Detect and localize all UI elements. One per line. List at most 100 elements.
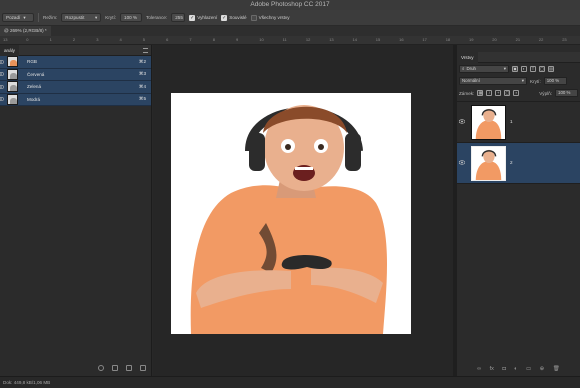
channel-shortcut: ⌘5: [138, 96, 146, 102]
filter-pixel-icon[interactable]: ▣: [512, 66, 518, 72]
channel-name: Modrá: [27, 96, 41, 102]
tab-channels[interactable]: anály: [0, 45, 19, 56]
channel-list: RGB ⌘2 Červená ⌘3 Zelená ⌘4 Modrá ⌘5: [0, 56, 151, 106]
layer-name[interactable]: 1: [510, 119, 513, 124]
chevron-down-icon: ▾: [521, 78, 524, 83]
layer-filter-row: ⌕ Druh ▾ ▣ ◐ T ▢ ▤: [457, 63, 580, 75]
tolerance-field[interactable]: 255: [171, 13, 186, 22]
lock-artboard-icon[interactable]: ▢: [504, 90, 511, 96]
tolerance-value: 255: [175, 15, 183, 20]
opacity-field[interactable]: 100 %: [120, 13, 143, 22]
load-selection-icon[interactable]: [98, 365, 104, 371]
channel-name: Červená: [27, 71, 45, 77]
filter-type-icon[interactable]: T: [530, 66, 536, 72]
ruler-tick-label: 8: [212, 37, 215, 42]
opacity-label: Krytí:: [105, 15, 117, 20]
eye-icon[interactable]: [0, 97, 4, 102]
layer-opacity-label: Krytí:: [530, 78, 541, 84]
channel-row[interactable]: Modrá ⌘5: [0, 93, 151, 106]
tab-layers[interactable]: Vrstvy: [457, 52, 478, 63]
layers-footer: ∞ fx ◘ ◐ ▭ ⊕ 🗑: [457, 362, 580, 376]
ruler-tick-label: 20: [492, 37, 497, 42]
eye-icon[interactable]: [0, 84, 4, 89]
layers-panel: Vrstvy ⌕ Druh ▾ ▣ ◐ T ▢ ▤ Normální ▾ Kry…: [457, 45, 580, 376]
filter-shape-icon[interactable]: ▢: [539, 66, 545, 72]
search-icon: ⌕: [462, 66, 465, 71]
canvas-area[interactable]: [153, 45, 453, 376]
options-bar: Pozadí ▾ Režim: Rozpustit ▾ Krytí: 100 %…: [0, 10, 580, 26]
layer-name[interactable]: 2: [510, 160, 513, 165]
mode-value: Rozpustit: [65, 15, 85, 20]
adjustment-icon[interactable]: ◐: [514, 366, 517, 372]
trash-icon[interactable]: 🗑: [553, 366, 560, 372]
link-icon[interactable]: ∞: [477, 366, 481, 372]
channel-shortcut: ⌘4: [138, 83, 146, 89]
mode-select[interactable]: Rozpustit ▾: [61, 13, 102, 22]
checkmark-icon: ✓: [221, 14, 228, 21]
tool-preset-label: Pozadí: [6, 15, 21, 20]
fx-icon[interactable]: fx: [490, 366, 494, 372]
ruler-tick-label: 19: [469, 37, 474, 42]
channel-row[interactable]: Zelená ⌘4: [0, 81, 151, 94]
all-layers-label: Všechny vrstvy: [258, 15, 290, 20]
antialias-checkbox[interactable]: ✓ Vyhlazení: [189, 14, 218, 21]
eye-icon[interactable]: [0, 72, 4, 77]
horizontal-ruler: 13 0 1 2 3 4 5 6 7 8 9 10 11 12 13 14 15 16 17 18 19 20 21 22 23: [0, 36, 580, 45]
ruler-tick-label: 0: [26, 37, 29, 42]
panel-spacer: [457, 45, 580, 52]
layer-opacity-value: 100 %: [546, 78, 560, 83]
new-layer-icon[interactable]: ⊕: [540, 366, 545, 372]
ruler-tick-label: 23: [562, 37, 567, 42]
filter-adjustment-icon[interactable]: ◐: [521, 66, 527, 72]
channel-name: RGB: [27, 59, 37, 65]
ruler-tick-label: 9: [236, 37, 239, 42]
document-size-status: Dok: 449,8 kB/1,06 MB: [3, 380, 51, 385]
mask-icon[interactable]: ◘: [502, 366, 505, 372]
ruler-tick-label: 15: [375, 37, 381, 42]
channel-row[interactable]: Červená ⌘3: [0, 68, 151, 81]
layer-opacity-field[interactable]: 100 %: [543, 77, 567, 85]
layer-row[interactable]: 1: [457, 102, 580, 143]
lock-transparency-icon[interactable]: ▦: [477, 90, 484, 96]
lock-move-icon[interactable]: +: [495, 90, 502, 96]
lock-brush-icon[interactable]: /: [486, 90, 493, 96]
contiguous-checkbox[interactable]: ✓ Souvislé: [221, 14, 247, 21]
channel-shortcut: ⌘2: [138, 58, 146, 64]
group-icon[interactable]: ▭: [526, 366, 531, 372]
eye-icon[interactable]: [459, 119, 465, 124]
new-channel-icon[interactable]: [126, 365, 132, 371]
fill-field[interactable]: 100 %: [555, 89, 578, 97]
ruler-tick-label: 7: [189, 37, 192, 42]
layer-row[interactable]: 2: [457, 143, 580, 184]
ruler-tick-label: 16: [399, 37, 404, 42]
document-tab[interactable]: @ 269% (2,RGB/8) *: [0, 26, 51, 36]
ruler-tick-label: 6: [166, 37, 169, 42]
panel-menu-icon[interactable]: [143, 48, 148, 53]
ruler-tick-label: 18: [445, 37, 451, 42]
document-canvas[interactable]: [171, 93, 411, 334]
opacity-value: 100 %: [124, 15, 138, 20]
layer-filter-select[interactable]: ⌕ Druh ▾: [459, 65, 509, 73]
eye-icon[interactable]: [0, 59, 4, 64]
blend-mode-select[interactable]: Normální ▾: [459, 77, 527, 85]
channel-row[interactable]: RGB ⌘2: [0, 56, 151, 69]
trash-icon[interactable]: [140, 365, 146, 371]
antialias-label: Vyhlazení: [197, 15, 218, 20]
layer-filter-label: Druh: [466, 66, 476, 71]
channel-thumbnail: [7, 56, 18, 68]
ruler-tick-label: 13: [3, 37, 8, 42]
channel-shortcut: ⌘3: [138, 71, 146, 77]
mode-label: Režim:: [43, 15, 58, 20]
fill-label: Výplň:: [539, 90, 552, 96]
tool-preset-select[interactable]: Pozadí ▾: [2, 13, 34, 22]
ruler-tick-label: 4: [119, 37, 122, 42]
channels-footer: [0, 360, 152, 376]
channels-panel-header: anály: [0, 45, 151, 56]
filter-smart-object-icon[interactable]: ▤: [548, 66, 554, 72]
status-bar: Dok: 449,8 kB/1,06 MB: [0, 376, 580, 388]
all-layers-checkbox[interactable]: Všechny vrstvy: [250, 14, 290, 21]
eye-icon[interactable]: [459, 160, 465, 165]
layer-list: 12: [457, 101, 580, 184]
lock-all-icon[interactable]: ▪: [513, 90, 520, 96]
save-selection-icon[interactable]: [112, 365, 118, 371]
